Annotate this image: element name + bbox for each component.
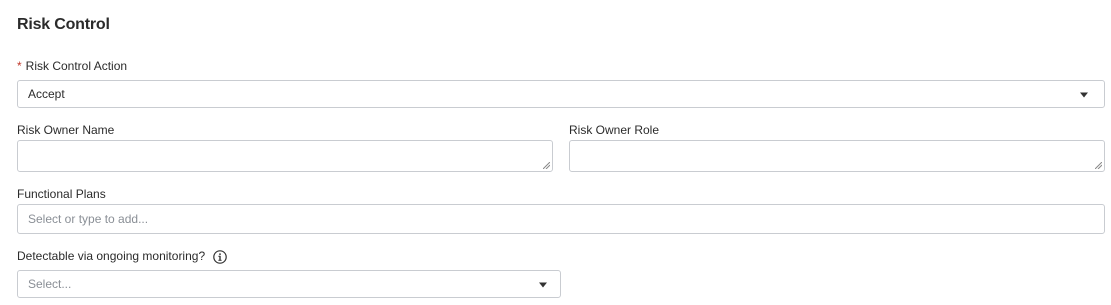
risk-control-action-value: Accept — [28, 87, 65, 101]
detectable-select[interactable]: Select... — [17, 270, 561, 298]
required-asterisk: * — [17, 59, 22, 73]
chevron-down-icon — [539, 282, 547, 288]
detectable-label: Detectable via ongoing monitoring? — [17, 249, 206, 263]
info-icon[interactable] — [213, 250, 227, 264]
functional-plans-label: Functional Plans — [17, 187, 106, 201]
risk-owner-role-field[interactable] — [569, 140, 1105, 172]
chevron-down-icon — [1080, 92, 1088, 98]
risk-owner-role-label: Risk Owner Role — [569, 123, 660, 137]
risk-owner-name-field[interactable] — [17, 140, 553, 172]
detectable-placeholder: Select... — [28, 277, 72, 291]
risk-control-action-select[interactable]: Accept — [17, 80, 1105, 108]
resize-handle-icon[interactable] — [1095, 162, 1102, 169]
resize-handle-icon[interactable] — [543, 162, 550, 169]
risk-control-action-label: * Risk Control Action — [17, 59, 127, 73]
section-title: Risk Control — [17, 16, 110, 33]
risk-control-action-label-text: Risk Control Action — [25, 59, 128, 73]
functional-plans-placeholder: Select or type to add... — [28, 212, 149, 226]
functional-plans-input[interactable]: Select or type to add... — [17, 204, 1105, 234]
risk-owner-name-label: Risk Owner Name — [17, 123, 115, 137]
